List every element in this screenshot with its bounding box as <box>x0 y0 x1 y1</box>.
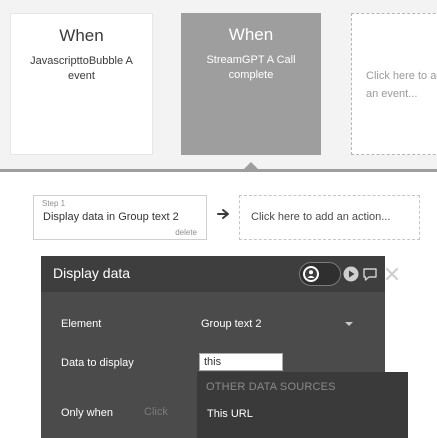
arrow-right-icon <box>217 209 229 219</box>
action-step-1[interactable]: Step 1 Display data in Group text 2 dele… <box>33 195 207 240</box>
data-source-dropdown: OTHER DATA SOURCES This URL <box>197 372 408 438</box>
chat-icon[interactable] <box>362 266 378 282</box>
user-icon <box>305 268 317 280</box>
element-label: Element <box>61 318 102 330</box>
event-row: When JavascripttoBubble A event When Str… <box>0 0 437 170</box>
data-to-display-label: Data to display <box>61 357 134 369</box>
chevron-down-icon <box>345 322 353 326</box>
step-number-label: Step 1 <box>42 199 66 208</box>
close-icon[interactable] <box>384 266 400 282</box>
dropdown-section-header: OTHER DATA SOURCES <box>206 381 336 393</box>
event-when-label: When <box>59 26 104 45</box>
delete-step-link[interactable]: delete <box>175 228 197 237</box>
element-select[interactable]: Group text 2 <box>199 312 357 336</box>
event-when-label: When <box>228 25 274 44</box>
add-event-label: Click here to add an event... <box>366 70 437 100</box>
play-icon[interactable] <box>343 266 359 282</box>
only-when-label: Only when <box>61 407 113 419</box>
event-description: JavascripttoBubble A event <box>30 55 133 82</box>
add-event-card[interactable]: Click here to add an event... <box>351 13 437 155</box>
dropdown-item-this-url[interactable]: This URL <box>197 402 408 426</box>
breakpoint-toggle[interactable] <box>299 262 341 286</box>
event-card-javascript-to-bubble[interactable]: When JavascripttoBubble A event <box>10 13 153 155</box>
panel-header: Display data <box>41 256 399 292</box>
step-title: Display data in Group text 2 <box>43 211 179 223</box>
panel-title: Display data <box>53 265 131 281</box>
data-to-display-input[interactable]: this <box>199 353 283 371</box>
toggle-knob <box>303 266 319 282</box>
event-divider <box>0 169 437 172</box>
event-card-streamgpt-selected[interactable]: When StreamGPT A Call complete <box>181 13 321 155</box>
only-when-condition-field[interactable]: Click <box>129 400 193 424</box>
event-description: StreamGPT A Call complete <box>206 54 296 81</box>
element-select-value: Group text 2 <box>201 318 262 330</box>
add-action-button[interactable]: Click here to add an action... <box>239 195 420 240</box>
